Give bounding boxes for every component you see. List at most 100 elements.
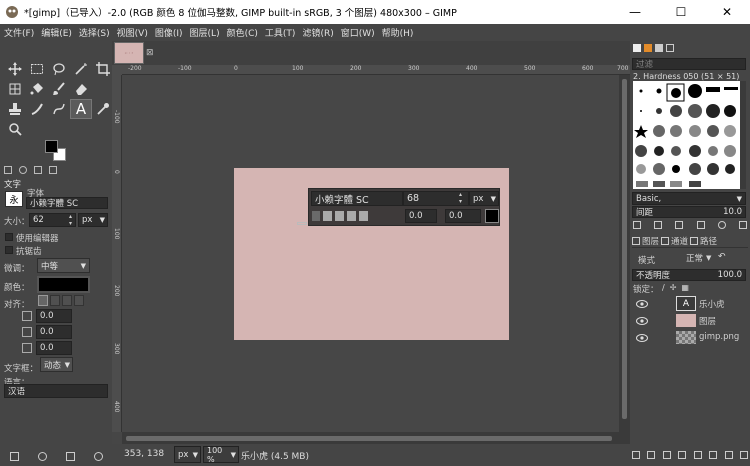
- layer-name[interactable]: 图层: [699, 315, 716, 327]
- maximize-button[interactable]: ☐: [658, 0, 704, 24]
- ruler-corner[interactable]: [112, 65, 122, 75]
- reset-options-icon[interactable]: [93, 452, 103, 461]
- refresh-brushes-icon[interactable]: [717, 221, 726, 229]
- horizontal-ruler[interactable]: -200 -100 0 100 200 300 400 500 600 700: [122, 65, 630, 75]
- overlay-size-stepper[interactable]: ▴ ▾: [459, 191, 462, 205]
- save-options-icon[interactable]: [9, 452, 19, 461]
- mask-icon[interactable]: [724, 451, 733, 459]
- justify-fill-button[interactable]: [74, 295, 84, 306]
- menu-windows[interactable]: 窗口(W): [341, 26, 375, 39]
- brushes-tab-icon[interactable]: [633, 44, 641, 52]
- tab-tool-options-icon[interactable]: [4, 166, 12, 174]
- vertical-scroll-thumb[interactable]: [622, 79, 627, 419]
- text-tool[interactable]: A: [70, 99, 92, 119]
- tab-device-icon[interactable]: [19, 166, 27, 174]
- font-preview-button[interactable]: 永: [5, 191, 23, 207]
- lock-position-icon[interactable]: ✢: [670, 283, 677, 292]
- vertical-ruler[interactable]: -100 0 100 200 300 400: [112, 75, 122, 432]
- bold-button[interactable]: [323, 211, 332, 221]
- tab-undo-icon[interactable]: [34, 166, 42, 174]
- size-stepper[interactable]: ▴ ▾: [69, 213, 72, 227]
- new-group-icon[interactable]: [647, 451, 656, 459]
- open-brush-icon[interactable]: [738, 221, 747, 229]
- duplicate-brush-icon[interactable]: [675, 221, 684, 229]
- menu-help[interactable]: 帮助(H): [382, 26, 414, 39]
- zoom-select[interactable]: 100 % ▼: [203, 446, 239, 464]
- visibility-eye-icon[interactable]: [636, 300, 648, 308]
- menu-image[interactable]: 图像(I): [155, 26, 183, 39]
- lock-alpha-icon[interactable]: ▦: [681, 283, 689, 292]
- move-tool[interactable]: [4, 59, 26, 79]
- indent-input[interactable]: 0.0: [36, 309, 72, 323]
- brush-grid-scrollbar[interactable]: [740, 81, 746, 189]
- layer-row[interactable]: 图层: [630, 312, 748, 329]
- underline-button[interactable]: [347, 211, 356, 221]
- menu-file[interactable]: 文件(F): [4, 26, 34, 39]
- layer-name[interactable]: 乐小虎: [699, 298, 725, 310]
- edit-brush-icon[interactable]: [633, 221, 641, 229]
- tab-channels[interactable]: 通道: [671, 235, 688, 247]
- menu-edit[interactable]: 编辑(E): [41, 26, 72, 39]
- eraser-tool[interactable]: [70, 79, 92, 99]
- vertical-scrollbar[interactable]: [619, 75, 630, 432]
- size-unit-select[interactable]: px ▼: [78, 213, 108, 227]
- path-tool[interactable]: [48, 99, 70, 119]
- delete-layer-icon[interactable]: [739, 451, 748, 459]
- menu-tools[interactable]: 工具(T): [265, 26, 296, 39]
- smudge-tool[interactable]: [26, 99, 48, 119]
- layer-row[interactable]: A 乐小虎: [630, 295, 748, 312]
- justify-right-button[interactable]: [50, 295, 60, 306]
- delete-options-icon[interactable]: [65, 452, 75, 461]
- minimize-button[interactable]: —: [612, 0, 658, 24]
- box-select[interactable]: 动态 ▼: [40, 357, 73, 372]
- antialias-checkbox[interactable]: [5, 246, 13, 254]
- color-picker-tool[interactable]: [92, 99, 114, 119]
- layer-row[interactable]: gimp.png: [630, 329, 748, 346]
- fuzzy-select-tool[interactable]: [70, 59, 92, 79]
- delete-brush-icon[interactable]: [696, 221, 705, 229]
- horizontal-scroll-thumb[interactable]: [126, 436, 612, 441]
- mode-select[interactable]: 正常 ▼: [686, 252, 711, 264]
- patterns-tab-icon[interactable]: [644, 44, 652, 52]
- strikethrough-button[interactable]: [359, 211, 368, 221]
- restore-options-icon[interactable]: [37, 452, 47, 461]
- layer-name[interactable]: gimp.png: [699, 332, 739, 342]
- crop-tool[interactable]: [92, 59, 114, 79]
- fonts-tab-icon[interactable]: [655, 44, 663, 52]
- menu-select[interactable]: 选择(S): [79, 26, 110, 39]
- color-swatches[interactable]: [45, 140, 67, 162]
- language-input[interactable]: 汉语: [4, 384, 108, 398]
- brush-filter-input[interactable]: 过滤: [632, 58, 746, 70]
- close-button[interactable]: ✕: [704, 0, 750, 24]
- opacity-slider[interactable]: 不透明度 100.0: [632, 269, 746, 281]
- lower-layer-icon[interactable]: [678, 451, 687, 459]
- kerning-input[interactable]: 0.0: [445, 209, 481, 223]
- overlay-font-input[interactable]: 小赖字體 SC: [311, 191, 403, 206]
- font-input[interactable]: 小赖字體 SC: [26, 197, 108, 209]
- menu-layer[interactable]: 图层(L): [190, 26, 220, 39]
- use-editor-checkbox[interactable]: [5, 233, 13, 241]
- merge-down-icon[interactable]: [709, 451, 718, 459]
- text-box-handle[interactable]: [297, 222, 307, 225]
- zoom-tool[interactable]: [4, 119, 26, 139]
- mode-reset-icon[interactable]: ↶: [718, 252, 726, 262]
- menu-view[interactable]: 视图(V): [117, 26, 148, 39]
- italic-button[interactable]: [335, 211, 344, 221]
- rect-select-tool[interactable]: [26, 59, 48, 79]
- unit-select[interactable]: px ▼: [174, 446, 201, 463]
- paint-tool[interactable]: [48, 79, 70, 99]
- new-layer-icon[interactable]: [632, 451, 640, 459]
- justify-center-button[interactable]: [62, 295, 72, 306]
- brush-grid[interactable]: [633, 81, 740, 189]
- horizontal-scrollbar[interactable]: [122, 432, 619, 444]
- menu-colors[interactable]: 颜色(C): [227, 26, 258, 39]
- warp-tool[interactable]: [4, 79, 26, 99]
- clone-tool[interactable]: [4, 99, 26, 119]
- overlay-color-button[interactable]: [485, 209, 499, 223]
- text-color-button[interactable]: [37, 276, 90, 293]
- hinting-select[interactable]: 中等 ▼: [37, 258, 90, 273]
- brush-preset-select[interactable]: Basic, ▼: [632, 192, 746, 205]
- tab-layers[interactable]: 图层: [642, 235, 659, 247]
- lock-pixels-icon[interactable]: ∕: [662, 283, 665, 292]
- visibility-eye-icon[interactable]: [636, 334, 648, 342]
